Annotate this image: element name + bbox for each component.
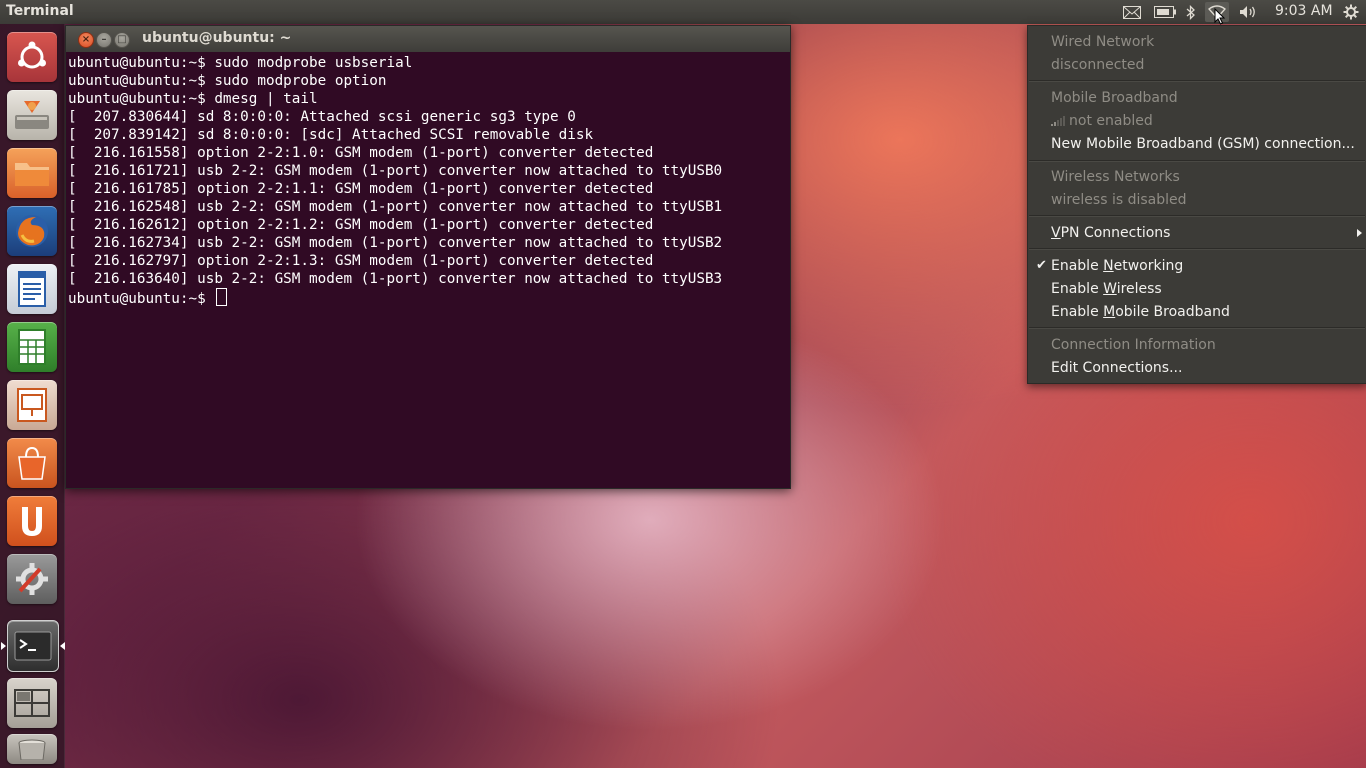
enable-networking-item[interactable]: Enable Networking bbox=[1051, 255, 1183, 277]
terminal-line: [ 216.162734] usb 2-2: GSM modem (1-port… bbox=[68, 235, 723, 251]
terminal-line: ubuntu@ubuntu:~$ dmesg | tail bbox=[68, 91, 318, 107]
session-gear-icon[interactable] bbox=[1341, 2, 1361, 22]
checkmark-icon: ✔ bbox=[1036, 258, 1047, 273]
files-folder-icon[interactable] bbox=[7, 148, 57, 198]
mobile-broadband-status-item: not enabled bbox=[1051, 110, 1153, 132]
new-mobile-broadband-connection[interactable]: New Mobile Broadband (GSM) connection... bbox=[1051, 133, 1355, 155]
menu-separator bbox=[1029, 215, 1365, 217]
network-menu: Wired Network disconnected Mobile Broadb… bbox=[1027, 25, 1366, 384]
terminal-output[interactable]: ubuntu@ubuntu:~$ sudo modprobe usbserial… bbox=[66, 52, 790, 488]
edit-connections-item[interactable]: Edit Connections... bbox=[1051, 357, 1182, 379]
label-part: ireless bbox=[1116, 281, 1162, 297]
terminal-titlebar[interactable]: × – □ ubuntu@ubuntu: ~ bbox=[66, 26, 790, 52]
clock[interactable]: 9:03 AM bbox=[1275, 3, 1333, 19]
enable-mobile-broadband-item[interactable]: Enable Mobile Broadband bbox=[1051, 301, 1230, 323]
label-part: Enable bbox=[1051, 281, 1104, 297]
workspace-switcher-icon[interactable] bbox=[7, 678, 57, 728]
maximize-button[interactable]: □ bbox=[114, 32, 130, 48]
mail-icon[interactable] bbox=[1121, 2, 1143, 22]
mnemonic: N bbox=[1103, 258, 1114, 274]
mnemonic: V bbox=[1051, 225, 1061, 241]
menu-separator bbox=[1029, 248, 1365, 250]
label-part: etworking bbox=[1113, 258, 1184, 274]
terminal-prompt: ubuntu@ubuntu:~$ bbox=[68, 291, 215, 307]
battery-icon[interactable] bbox=[1152, 2, 1178, 22]
terminal-cursor bbox=[216, 288, 228, 306]
install-drive-icon[interactable] bbox=[7, 90, 57, 140]
label-part: Enable bbox=[1051, 304, 1104, 320]
wireless-networks-header: Wireless Networks bbox=[1051, 169, 1180, 185]
mnemonic: M bbox=[1103, 304, 1116, 320]
terminal-window: × – □ ubuntu@ubuntu: ~ ubuntu@ubuntu:~$ … bbox=[65, 25, 791, 489]
label-part: obile Broadband bbox=[1115, 304, 1230, 320]
focused-indicator bbox=[60, 642, 65, 650]
dash-home-icon[interactable] bbox=[7, 32, 57, 82]
menu-separator bbox=[1029, 327, 1365, 329]
ubuntu-one-icon[interactable] bbox=[7, 496, 57, 546]
terminal-prompt-line[interactable]: ubuntu@ubuntu:~$ bbox=[68, 288, 790, 308]
terminal-line: [ 207.830644] sd 8:0:0:0: Attached scsi … bbox=[68, 109, 576, 125]
software-center-icon[interactable] bbox=[7, 438, 57, 488]
terminal-line: [ 216.163640] usb 2-2: GSM modem (1-port… bbox=[68, 271, 723, 287]
top-panel: Terminal 9:03 AM bbox=[0, 0, 1366, 25]
terminal-line: [ 216.161558] option 2-2:1.0: GSM modem … bbox=[68, 145, 654, 161]
wired-network-status: disconnected bbox=[1051, 57, 1145, 73]
signal-bars-icon bbox=[1051, 116, 1065, 126]
terminal-line: [ 216.161721] usb 2-2: GSM modem (1-port… bbox=[68, 163, 723, 179]
terminal-line: [ 216.161785] option 2-2:1.1: GSM modem … bbox=[68, 181, 654, 197]
terminal-icon[interactable] bbox=[7, 620, 59, 672]
mobile-broadband-status: not enabled bbox=[1069, 113, 1153, 129]
terminal-line: [ 216.162548] usb 2-2: GSM modem (1-port… bbox=[68, 199, 723, 215]
libreoffice-writer-icon[interactable] bbox=[7, 264, 57, 314]
terminal-line: ubuntu@ubuntu:~$ sudo modprobe option bbox=[68, 73, 387, 89]
terminal-line: [ 207.839142] sd 8:0:0:0: [sdc] Attached… bbox=[68, 127, 594, 143]
window-title: ubuntu@ubuntu: ~ bbox=[142, 30, 292, 46]
menu-separator bbox=[1029, 160, 1365, 162]
label-part: PN Connections bbox=[1060, 225, 1171, 241]
wired-network-header: Wired Network bbox=[1051, 34, 1155, 50]
libreoffice-calc-icon[interactable] bbox=[7, 322, 57, 372]
active-app-title: Terminal bbox=[6, 3, 74, 19]
libreoffice-impress-icon[interactable] bbox=[7, 380, 57, 430]
terminal-line: [ 216.162612] option 2-2:1.2: GSM modem … bbox=[68, 217, 654, 233]
trash-icon[interactable] bbox=[7, 734, 57, 764]
launcher bbox=[0, 24, 65, 768]
submenu-arrow-icon bbox=[1357, 229, 1362, 237]
close-button[interactable]: × bbox=[78, 32, 94, 48]
terminal-line: [ 216.162797] option 2-2:1.3: GSM modem … bbox=[68, 253, 654, 269]
bluetooth-icon[interactable] bbox=[1182, 2, 1198, 22]
running-indicator bbox=[1, 642, 6, 650]
firefox-icon[interactable] bbox=[7, 206, 57, 256]
system-settings-icon[interactable] bbox=[7, 554, 57, 604]
volume-icon[interactable] bbox=[1238, 2, 1260, 22]
vpn-connections-item[interactable]: VPN Connections bbox=[1051, 222, 1170, 244]
network-icon[interactable] bbox=[1205, 2, 1229, 25]
mobile-broadband-header: Mobile Broadband bbox=[1051, 90, 1178, 106]
menu-separator bbox=[1029, 80, 1365, 82]
terminal-line: ubuntu@ubuntu:~$ sudo modprobe usbserial bbox=[68, 55, 413, 71]
label-part: Enable bbox=[1051, 258, 1104, 274]
mnemonic: W bbox=[1103, 281, 1117, 297]
connection-information-item: Connection Information bbox=[1051, 337, 1216, 353]
minimize-button[interactable]: – bbox=[96, 32, 112, 48]
wireless-status: wireless is disabled bbox=[1051, 192, 1187, 208]
enable-wireless-item[interactable]: Enable Wireless bbox=[1051, 278, 1162, 300]
